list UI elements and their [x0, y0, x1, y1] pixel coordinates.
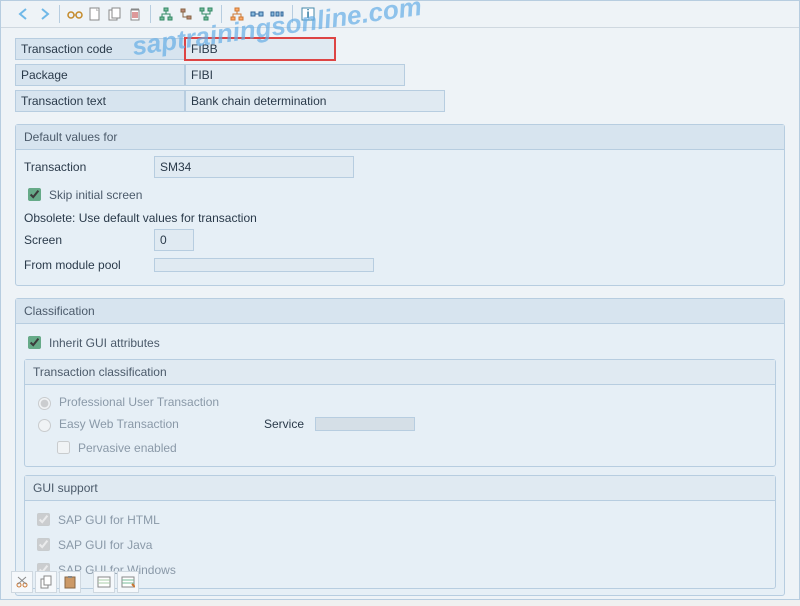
- sap-transaction-window: saptrainingsonline.com i Transaction cod…: [0, 0, 800, 600]
- transaction-label: Transaction: [24, 157, 154, 177]
- gui-html-label: SAP GUI for HTML: [58, 513, 160, 527]
- gui-html-check[interactable]: [37, 513, 50, 526]
- service-input: [315, 417, 415, 431]
- pervasive-check[interactable]: [57, 441, 70, 454]
- service-label: Service: [264, 417, 304, 431]
- txn-class-title: Transaction classification: [25, 360, 775, 385]
- screen-row: Screen 0: [24, 229, 776, 251]
- classification-title: Classification: [16, 299, 784, 324]
- module-pool-label: From module pool: [24, 255, 154, 275]
- transaction-input[interactable]: SM34: [154, 156, 354, 178]
- toolbar-separator: [59, 5, 60, 23]
- display-list-icon[interactable]: [93, 571, 115, 593]
- gui-win-checkbox[interactable]: SAP GUI for Windows: [33, 557, 767, 582]
- pervasive-label: Pervasive enabled: [78, 441, 177, 455]
- new-doc-icon[interactable]: [86, 5, 104, 23]
- radio-easyweb-label: Easy Web Transaction: [59, 417, 259, 431]
- glasses-icon[interactable]: [66, 5, 84, 23]
- obsolete-text: Obsolete: Use default values for transac…: [24, 207, 776, 229]
- default-values-title: Default values for: [16, 125, 784, 150]
- screen-label: Screen: [24, 230, 154, 250]
- tcode-row: Transaction code FIBB: [15, 38, 785, 60]
- tcode-label: Transaction code: [15, 38, 185, 60]
- radio-professional[interactable]: Professional User Transaction: [33, 391, 767, 413]
- delete-icon[interactable]: [126, 5, 144, 23]
- gui-html-checkbox[interactable]: SAP GUI for HTML: [33, 507, 767, 532]
- skip-initial-checkbox[interactable]: Skip initial screen: [24, 182, 776, 207]
- content-area: Transaction code FIBB Package FIBI Trans…: [1, 28, 799, 606]
- text-label: Transaction text: [15, 90, 185, 112]
- application-toolbar: i: [1, 1, 799, 28]
- tree-down-icon[interactable]: [197, 5, 215, 23]
- copy-icon[interactable]: [35, 571, 57, 593]
- radio-professional-input[interactable]: [38, 397, 51, 410]
- package-row: Package FIBI: [15, 64, 785, 86]
- gui-java-check[interactable]: [37, 538, 50, 551]
- gui-support-title: GUI support: [25, 476, 775, 501]
- toolbar-separator: [221, 5, 222, 23]
- module-pool-input[interactable]: [154, 258, 374, 272]
- skip-initial-check[interactable]: [28, 188, 41, 201]
- tree-up-icon[interactable]: [157, 5, 175, 23]
- info-icon[interactable]: i: [299, 5, 317, 23]
- svg-text:i: i: [306, 7, 309, 21]
- where-used-icon[interactable]: [117, 571, 139, 593]
- gui-java-label: SAP GUI for Java: [58, 538, 152, 552]
- toolbar-separator: [292, 5, 293, 23]
- txn-class-subpanel: Transaction classification Professional …: [24, 359, 776, 467]
- find-icon[interactable]: [228, 5, 246, 23]
- package-label: Package: [15, 64, 185, 86]
- flow-icon[interactable]: [177, 5, 195, 23]
- back-icon[interactable]: [15, 5, 33, 23]
- forward-icon[interactable]: [35, 5, 53, 23]
- transaction-row: Transaction SM34: [24, 156, 776, 178]
- footer-toolbar: [11, 571, 139, 593]
- footer-gap: [83, 571, 91, 593]
- cut-icon[interactable]: [11, 571, 33, 593]
- inherit-check[interactable]: [28, 336, 41, 349]
- text-row: Transaction text Bank chain determinatio…: [15, 90, 785, 112]
- module-pool-row: From module pool: [24, 255, 776, 275]
- flow2-icon[interactable]: [248, 5, 266, 23]
- gui-java-checkbox[interactable]: SAP GUI for Java: [33, 532, 767, 557]
- toolbar-separator: [150, 5, 151, 23]
- flow3-icon[interactable]: [268, 5, 286, 23]
- default-values-panel: Default values for Transaction SM34 Skip…: [15, 124, 785, 286]
- text-input[interactable]: Bank chain determination: [185, 90, 445, 112]
- classification-panel: Classification Inherit GUI attributes Tr…: [15, 298, 785, 596]
- package-input[interactable]: FIBI: [185, 64, 405, 86]
- radio-easyweb-input[interactable]: [38, 419, 51, 432]
- pervasive-checkbox[interactable]: Pervasive enabled: [53, 435, 767, 460]
- copy-doc-icon[interactable]: [106, 5, 124, 23]
- tcode-input[interactable]: FIBB: [185, 38, 335, 60]
- radio-easyweb-row: Easy Web Transaction Service: [33, 413, 767, 435]
- skip-initial-label: Skip initial screen: [49, 188, 142, 202]
- inherit-label: Inherit GUI attributes: [49, 336, 160, 350]
- screen-input[interactable]: 0: [154, 229, 194, 251]
- paste-icon[interactable]: [59, 571, 81, 593]
- inherit-checkbox[interactable]: Inherit GUI attributes: [24, 330, 776, 355]
- radio-professional-label: Professional User Transaction: [59, 395, 219, 409]
